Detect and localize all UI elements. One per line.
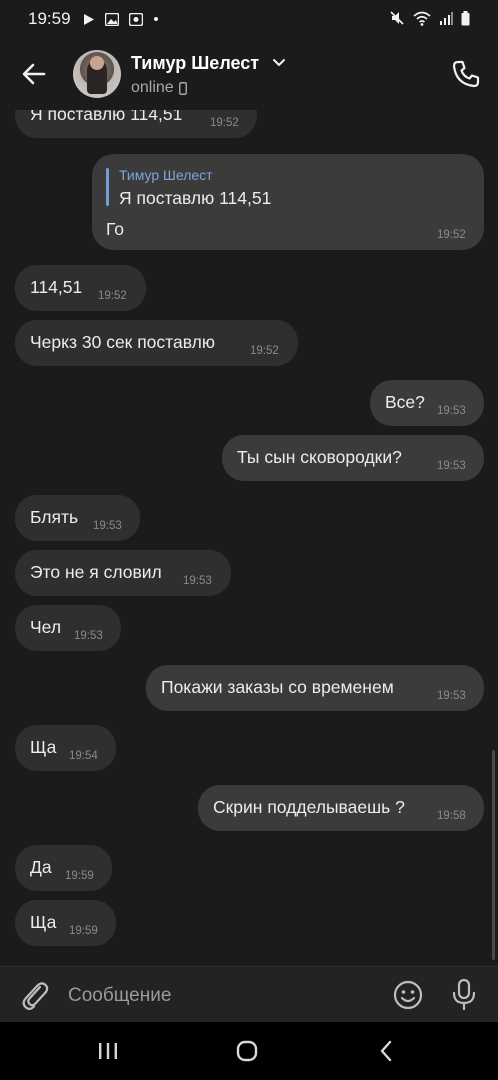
- message-bubble-incoming[interactable]: Это не я словил 19:53: [15, 550, 231, 596]
- smiley-icon[interactable]: [392, 979, 424, 1011]
- message-bubble-outgoing[interactable]: Скрин подделываешь ? 19:58: [198, 785, 484, 831]
- message-text: Чел: [30, 617, 62, 637]
- message-text: Я поставлю 114,51: [30, 110, 183, 124]
- record-icon: [128, 12, 143, 26]
- message-text: Все?: [385, 392, 425, 412]
- mobile-device-icon: [178, 81, 187, 95]
- chat-header: Тимур Шелест online: [0, 38, 498, 110]
- contact-status: online: [131, 79, 187, 97]
- message-time: 19:53: [437, 460, 466, 472]
- message-time: 19:52: [437, 229, 466, 241]
- contact-avatar[interactable]: [73, 50, 121, 98]
- microphone-icon[interactable]: [450, 978, 478, 1012]
- message-time: 19:53: [437, 690, 466, 702]
- message-text: Да: [30, 857, 52, 877]
- status-time: 19:59: [28, 9, 71, 28]
- message-time: 19:53: [183, 575, 212, 587]
- message-time: 19:58: [437, 810, 466, 822]
- message-text: Скрин подделываешь ?: [213, 797, 405, 817]
- gallery-icon: [104, 12, 119, 26]
- message-time: 19:52: [98, 290, 127, 302]
- status-system-icons: [389, 10, 470, 26]
- back-chevron-icon[interactable]: [378, 1040, 394, 1062]
- signal-icon: [440, 12, 453, 25]
- message-text: Черкз 30 сек поставлю: [30, 332, 215, 352]
- message-bubble-incoming[interactable]: Черкз 30 сек поставлю 19:52: [15, 320, 298, 366]
- recent-apps-icon[interactable]: [97, 1042, 119, 1060]
- message-bubble-incoming[interactable]: Да 19:59: [15, 845, 112, 891]
- message-text: Ты сын сковородки?: [237, 447, 402, 467]
- message-input[interactable]: [66, 977, 370, 1015]
- message-text: Это не я словил: [30, 562, 162, 582]
- wifi-icon: [413, 11, 431, 26]
- reply-quote-bar: [106, 168, 109, 206]
- message-text: Ща: [30, 737, 57, 757]
- chat-scrollbar[interactable]: [492, 750, 495, 960]
- reply-quote-author[interactable]: Тимур Шелест: [119, 167, 213, 183]
- message-text: Ща: [30, 912, 57, 932]
- message-time: 19:54: [69, 750, 98, 762]
- play-icon: [83, 13, 94, 25]
- paperclip-icon[interactable]: [20, 979, 50, 1011]
- message-bubble-incoming[interactable]: Блять 19:53: [15, 495, 140, 541]
- mute-icon: [390, 11, 404, 25]
- message-bubble-outgoing[interactable]: Тимур Шелест Я поставлю 114,51 Го 19:52: [92, 154, 484, 250]
- message-bubble-incoming[interactable]: Ща 19:59: [15, 900, 116, 946]
- message-composer: [0, 966, 498, 1023]
- message-bubble-outgoing[interactable]: Все? 19:53: [370, 380, 484, 426]
- phone-icon[interactable]: [450, 58, 482, 90]
- message-time: 19:52: [250, 345, 279, 357]
- message-time: 19:53: [437, 405, 466, 417]
- message-time: 19:59: [65, 870, 94, 882]
- message-text: Го: [106, 219, 125, 239]
- contact-name[interactable]: Тимур Шелест: [131, 53, 259, 74]
- message-bubble-outgoing[interactable]: Покажи заказы со временем 19:53: [146, 665, 484, 711]
- status-notification-icons: [83, 12, 159, 26]
- message-bubble-incoming[interactable]: 114,51 19:52: [15, 265, 146, 311]
- message-text: Покажи заказы со временем: [161, 677, 394, 697]
- home-icon[interactable]: [236, 1040, 258, 1062]
- message-bubble-incoming[interactable]: Я поставлю 114,51 19:52: [15, 110, 257, 138]
- message-text: Блять: [30, 507, 79, 527]
- contact-status-text: online: [131, 79, 174, 96]
- message-time: 19:59: [69, 925, 98, 937]
- message-bubble-incoming[interactable]: Ща 19:54: [15, 725, 116, 771]
- message-list[interactable]: Я поставлю 114,51 19:52 Тимур Шелест Я п…: [0, 110, 498, 966]
- back-arrow-icon[interactable]: [18, 58, 50, 90]
- message-time: 19:53: [93, 520, 122, 532]
- reply-quote-text[interactable]: Я поставлю 114,51: [119, 188, 271, 209]
- message-bubble-outgoing[interactable]: Ты сын сковородки? 19:53: [222, 435, 484, 481]
- battery-icon: [461, 10, 470, 25]
- dot-icon: [153, 17, 158, 21]
- message-text: 114,51: [30, 277, 83, 297]
- message-time: 19:53: [74, 630, 103, 642]
- status-bar: 19:59: [0, 0, 498, 38]
- message-bubble-incoming[interactable]: Чел 19:53: [15, 605, 121, 651]
- system-navigation-bar: [0, 1022, 498, 1080]
- message-time: 19:52: [210, 117, 239, 129]
- chevron-down-icon[interactable]: [272, 58, 286, 68]
